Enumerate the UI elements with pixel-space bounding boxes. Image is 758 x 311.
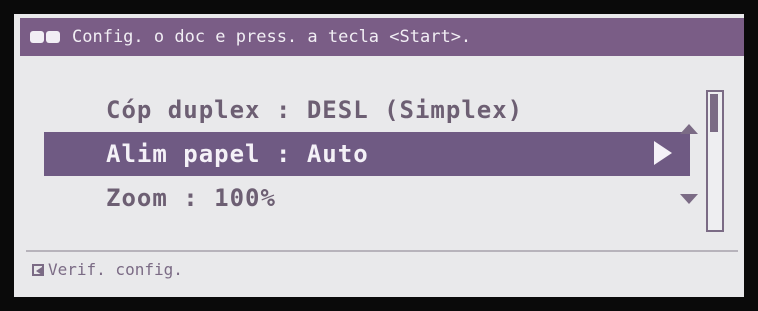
back-icon: [32, 263, 44, 276]
scroll-down-icon[interactable]: [680, 194, 698, 204]
footer[interactable]: Verif. config.: [32, 260, 183, 279]
menu-item-paper-feed[interactable]: Alim papel : Auto: [44, 132, 690, 176]
menu-item-zoom[interactable]: Zoom : 100%: [44, 176, 690, 220]
right-arrow-icon: [654, 141, 672, 165]
settings-menu: Cóp duplex : DESL (Simplex) Alim papel :…: [44, 88, 690, 220]
footer-label: Verif. config.: [48, 260, 183, 279]
cursor-keys-icon: [30, 31, 62, 43]
divider: [26, 250, 738, 252]
menu-item-duplex-copy[interactable]: Cóp duplex : DESL (Simplex): [44, 88, 690, 132]
menu-item-label: Cóp duplex : DESL (Simplex): [106, 96, 524, 124]
instruction-text: Config. o doc e press. a tecla <Start>.: [72, 27, 472, 47]
scrollbar[interactable]: [706, 90, 724, 232]
instruction-bar: Config. o doc e press. a tecla <Start>.: [20, 18, 744, 56]
scroll-up-icon[interactable]: [680, 124, 698, 134]
menu-item-label: Zoom : 100%: [106, 184, 276, 212]
scrollbar-thumb[interactable]: [710, 94, 718, 132]
menu-item-label: Alim papel : Auto: [106, 140, 369, 168]
